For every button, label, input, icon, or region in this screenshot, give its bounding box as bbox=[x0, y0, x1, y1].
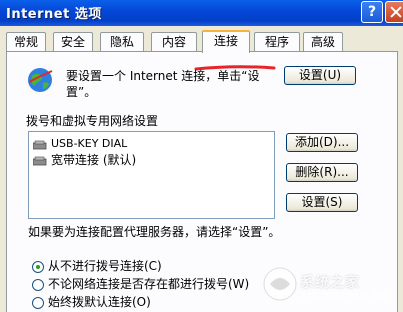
connection-name: 宽带连接 (默认) bbox=[51, 153, 137, 167]
tab-connections[interactable]: 连接 bbox=[202, 30, 250, 53]
radio-button[interactable] bbox=[32, 296, 44, 309]
setup-button[interactable]: 设置(U) bbox=[284, 66, 356, 85]
dialup-section-label: 拨号和虚拟专用网络设置 bbox=[26, 114, 159, 128]
radio-label: 始终拨默认连接(O) bbox=[48, 295, 151, 309]
tab-advanced[interactable]: 高级 bbox=[303, 32, 343, 51]
help-button[interactable]: ? bbox=[361, 1, 383, 23]
connection-list[interactable]: USB-KEY DIAL 宽带连接 (默认) bbox=[28, 131, 275, 219]
watermark-text: 系统之家 bbox=[300, 275, 360, 291]
tab-content[interactable]: 内容 bbox=[151, 32, 197, 51]
radio-dial-when-no-network[interactable]: 不论网络连接是否存在都进行拨号(W) bbox=[32, 276, 249, 292]
window-title: Internet 选项 bbox=[6, 7, 102, 22]
modem-icon bbox=[32, 139, 47, 150]
tab-programs[interactable]: 程序 bbox=[254, 32, 300, 51]
title-bar: Internet 选项 ? bbox=[0, 0, 403, 26]
watermark-subtext: XITONGZHIJIA.NET bbox=[300, 291, 392, 302]
connection-name: USB-KEY DIAL bbox=[51, 137, 128, 150]
radio-label: 从不进行拨号连接(C) bbox=[48, 259, 162, 273]
modem-icon bbox=[32, 155, 47, 166]
radio-label: 不论网络连接是否存在都进行拨号(W) bbox=[48, 277, 250, 291]
close-button[interactable] bbox=[385, 1, 403, 23]
remove-button[interactable]: 删除(R)... bbox=[286, 163, 358, 182]
tab-security[interactable]: 安全 bbox=[53, 32, 93, 51]
globe-icon bbox=[28, 68, 53, 92]
tab-general[interactable]: 常规 bbox=[6, 32, 46, 51]
proxy-text: 如果要为连接配置代理服务器，请选择“设置”。 bbox=[28, 225, 281, 239]
radio-button[interactable] bbox=[32, 278, 44, 291]
radio-button[interactable] bbox=[32, 260, 44, 273]
list-item[interactable]: 宽带连接 (默认) bbox=[32, 152, 137, 168]
tab-privacy[interactable]: 隐私 bbox=[100, 32, 144, 51]
radio-never-dial[interactable]: 从不进行拨号连接(C) bbox=[32, 258, 162, 274]
radio-always-dial-default[interactable]: 始终拨默认连接(O) bbox=[32, 294, 151, 310]
list-item[interactable]: USB-KEY DIAL bbox=[32, 136, 128, 152]
intro-text: 要设置一个 Internet 连接，单击“设置”。 bbox=[66, 69, 260, 99]
settings-button[interactable]: 设置(S) bbox=[286, 193, 358, 212]
add-button[interactable]: 添加(D)... bbox=[286, 133, 358, 152]
